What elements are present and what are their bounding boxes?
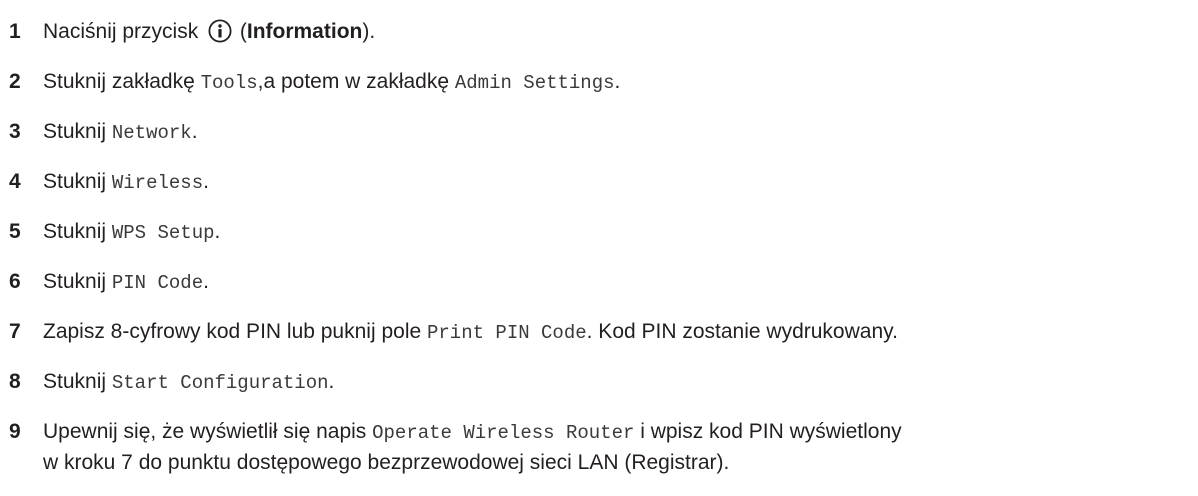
- step-text-part: .: [203, 170, 209, 193]
- step-text: Stuknij WPS Setup.: [43, 217, 1193, 248]
- step-text-part: Stuknij: [43, 220, 112, 243]
- step-text: Stuknij Start Configuration.: [43, 367, 1193, 398]
- step-text-part: .: [214, 220, 221, 243]
- step-number: 7: [9, 320, 21, 343]
- step-number: 1: [9, 20, 21, 43]
- step-text-part: Zapisz 8-cyfrowy kod PIN lub puknij pole: [43, 320, 427, 343]
- step-text-part: i wpisz kod PIN wyświetlony: [634, 420, 902, 443]
- step-text-part: .: [191, 120, 198, 143]
- network-label: Network: [111, 122, 192, 144]
- wps-setup-label: WPS Setup: [111, 222, 215, 244]
- step-text: Stuknij PIN Code.: [43, 267, 1193, 298]
- step-text-part: Stuknij: [43, 170, 112, 193]
- step-text: Naciśnij przycisk (Information).: [43, 17, 1193, 47]
- step-number: 6: [9, 270, 21, 293]
- step-text-part: . Kod PIN zostanie wydrukowany.: [586, 320, 898, 343]
- step-text-part: .: [328, 370, 335, 393]
- step-text-part: Stuknij: [43, 270, 112, 293]
- step-number: 8: [9, 370, 21, 393]
- step-text: Zapisz 8-cyfrowy kod PIN lub puknij pole…: [43, 317, 1193, 348]
- print-pin-code-label: Print PIN Code: [427, 322, 587, 344]
- step-text-part: .: [203, 270, 209, 293]
- tools-tab-label: Tools: [200, 72, 258, 94]
- step-text-part: Stuknij: [43, 120, 112, 143]
- step-number: 9: [9, 420, 21, 443]
- step-text-part: Stuknij: [43, 370, 112, 393]
- operate-wireless-router-label: Operate Wireless Router: [372, 422, 635, 444]
- step-text: Stuknij zakładkę Tools,a potem w zakładk…: [43, 67, 1193, 98]
- step-number: 2: [9, 70, 21, 93]
- step-text-part: ,a potem w zakładkę: [257, 70, 455, 93]
- step-text: Stuknij Wireless.: [43, 167, 1193, 198]
- step-number: 5: [9, 220, 21, 243]
- step-text-part: .: [614, 70, 621, 93]
- info-circle-icon: [208, 19, 232, 43]
- pin-code-label: PIN Code: [111, 272, 204, 294]
- step-number: 4: [9, 170, 21, 193]
- admin-settings-tab-label: Admin Settings: [454, 72, 615, 94]
- step-number: 3: [9, 120, 21, 143]
- start-configuration-label: Start Configuration: [111, 372, 329, 394]
- wireless-label: Wireless: [111, 172, 204, 194]
- step-text-part: Naciśnij przycisk: [43, 20, 205, 43]
- step-text-part: (: [234, 20, 247, 43]
- information-label: Information: [246, 20, 363, 43]
- step-text-part: Stuknij zakładkę: [43, 70, 201, 93]
- step-text-part: ).: [362, 20, 376, 43]
- step-text-continuation: w kroku 7 do punktu dostępowego bezprzew…: [43, 451, 730, 474]
- step-text: Stuknij Network.: [43, 117, 1193, 148]
- step-text: Upewnij się, że wyświetlił się napis Ope…: [43, 417, 1193, 478]
- step-text-part: Upewnij się, że wyświetlił się napis: [43, 420, 373, 443]
